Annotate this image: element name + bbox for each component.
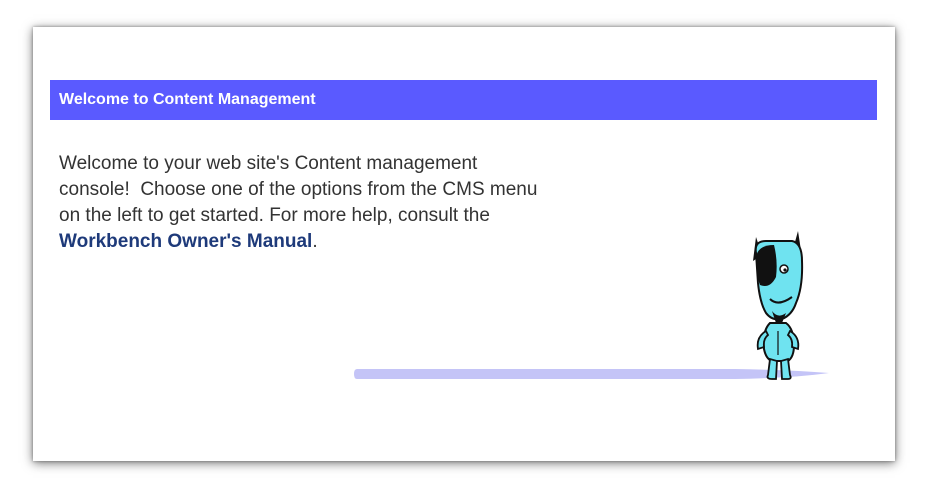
intro-line-2: console! Choose one of the options from …	[59, 179, 538, 200]
intro-line-3: on the left to get started. For more hel…	[59, 205, 490, 226]
welcome-panel: Welcome to Content Management Welcome to…	[33, 27, 895, 461]
intro-line-1: Welcome to your web site's Content manag…	[59, 153, 478, 174]
intro-line-4: Workbench Owner's Manual.	[59, 229, 659, 255]
owners-manual-link[interactable]: Workbench Owner's Manual	[59, 231, 312, 252]
intro-text: Welcome to your web site's Content manag…	[59, 151, 659, 255]
intro-trailing-period: .	[312, 231, 318, 252]
dog-mascot-icon	[753, 231, 804, 380]
panel-title: Welcome to Content Management	[59, 91, 316, 108]
panel-header: Welcome to Content Management	[50, 80, 877, 120]
